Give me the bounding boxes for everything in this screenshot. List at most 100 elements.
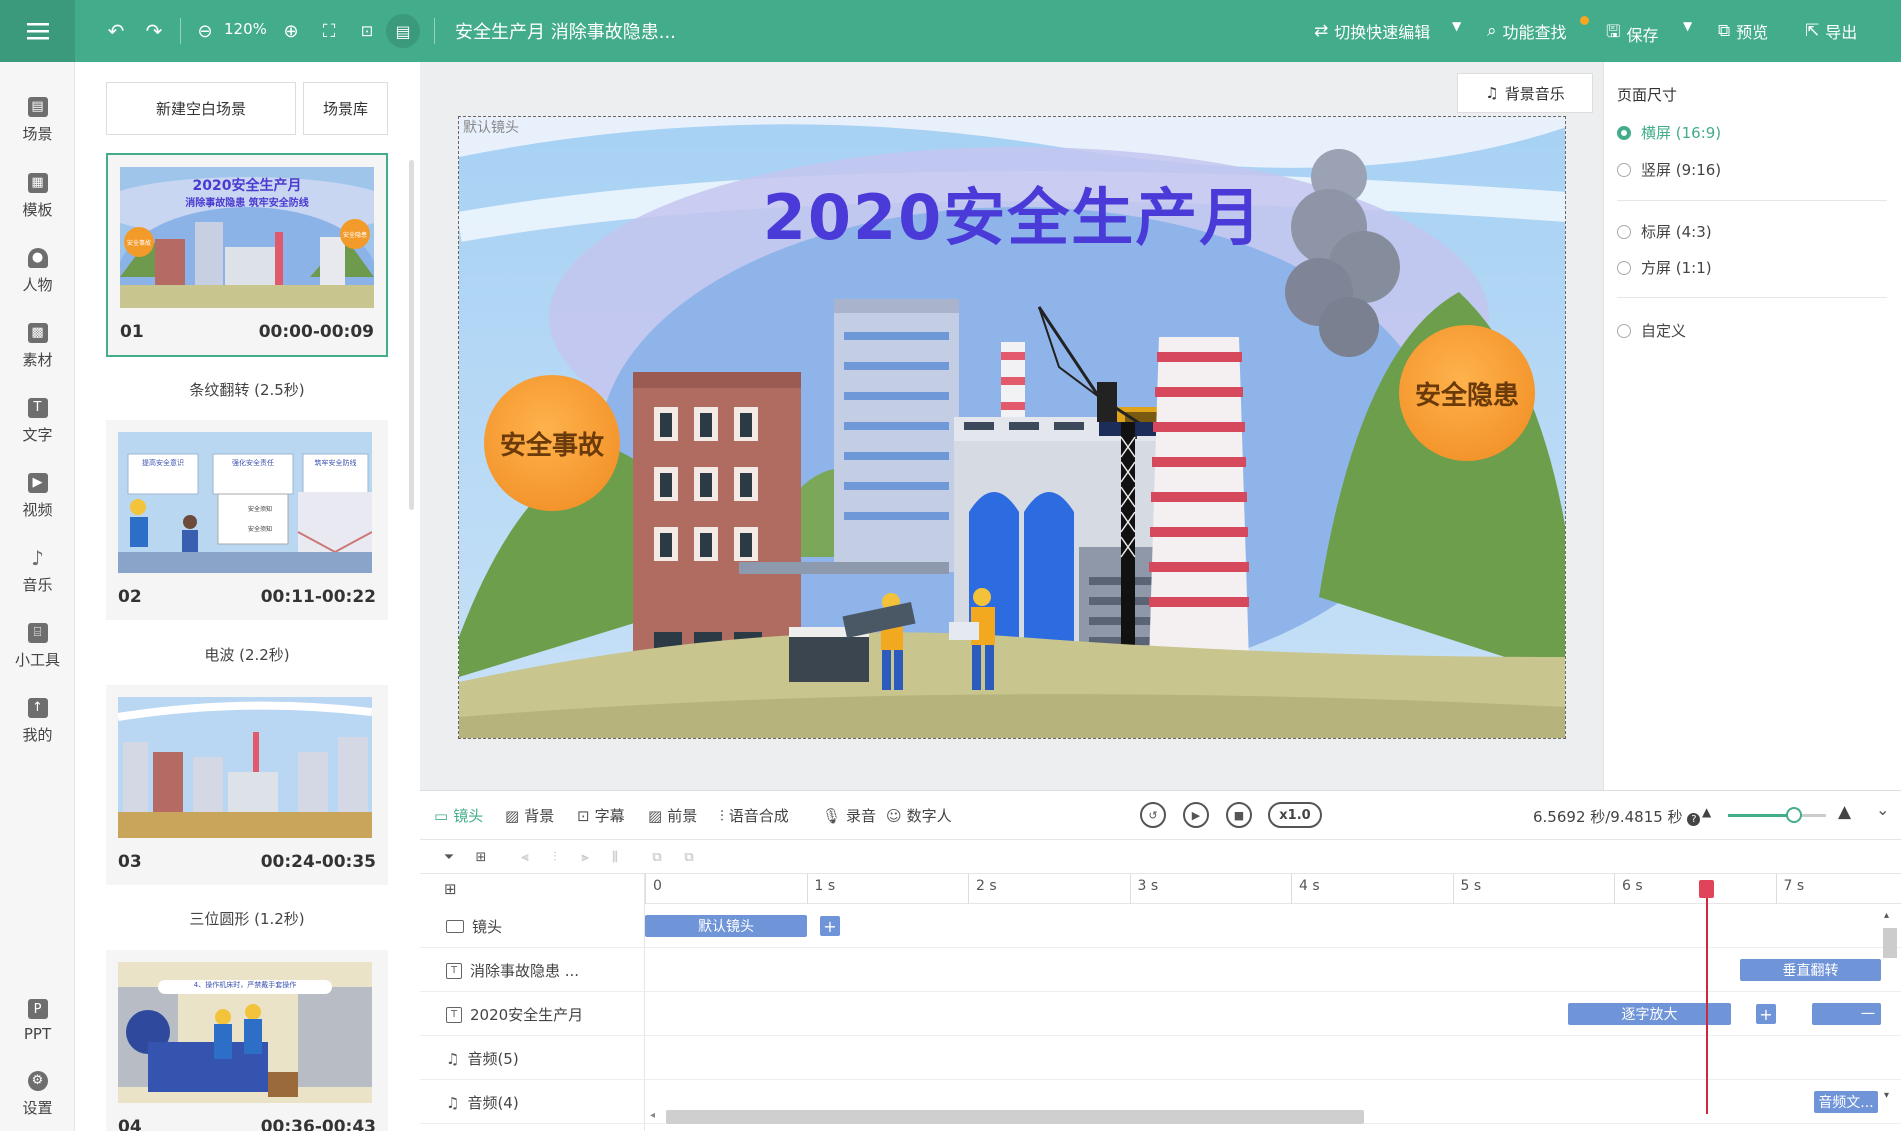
stop-icon[interactable]: ■ [1226,802,1252,828]
preview-button[interactable]: ⧉ 预览 [1718,19,1768,43]
track-settings-icon[interactable]: ⊞ [444,880,457,898]
menu-icon[interactable] [0,0,75,62]
nav-item-video[interactable]: ▶ 视频 [0,460,75,532]
track-audio-4[interactable]: ♫ 音频(4) [446,1092,519,1113]
tab-foreground[interactable]: ▨ 前景 [648,805,697,826]
scene-card[interactable]: 提高安全意识 强化安全责任 筑牢安全防线 安全须知 安全须知 02 00:11-0… [106,420,388,620]
clip-vertical-flip[interactable]: 垂直翻转 [1740,959,1881,981]
layer-down-icon[interactable]: ⧉ [680,848,698,866]
tab-tts[interactable]: ⫶ 语音合成 [720,805,789,826]
switch-quick-edit-button[interactable]: ⇄ 切换快速编辑 [1314,19,1430,43]
scroll-down-icon[interactable]: ▾ [1884,1090,1889,1101]
tab-subtitle[interactable]: ⊡ 字幕 [577,805,625,826]
tab-lens[interactable]: ▭ 镜头 [434,805,483,826]
nav-item-mine[interactable]: ↑ 我的 [0,685,75,757]
track-title-text[interactable]: T 2020安全生产月 [446,1004,583,1025]
scene-transition[interactable]: 电波 (2.2秒) [106,644,388,665]
document-title[interactable]: 安全生产月 消除事故隐患... [455,18,676,44]
track-lens[interactable]: 镜头 [446,916,502,937]
radio-square[interactable]: 方屏 (1:1) [1617,257,1712,278]
redo-icon[interactable]: ↷ [141,18,167,44]
fullscreen-icon[interactable]: ⛶ [316,18,342,44]
align-left-icon[interactable]: ⫷ [516,848,534,866]
align-center-icon[interactable]: ⫶ [546,848,564,866]
zoom-out-icon[interactable]: ⊖ [192,18,218,44]
nav-item-ppt[interactable]: P PPT [0,985,75,1057]
nav-label: 小工具 [14,650,60,669]
replay-icon[interactable]: ↺ [1140,802,1166,828]
scene-scrollbar[interactable] [409,160,414,510]
playhead[interactable] [1705,880,1708,1114]
help-icon[interactable]: ? [1687,813,1701,826]
music-note-icon: ♫ [1485,84,1499,102]
scene-icon: ▤ [27,96,48,117]
scene-card[interactable]: 2020安全生产月 消除事故隐患 筑牢安全防线 安全事故 安全隐患 01 00:0… [106,153,388,357]
layer-up-icon[interactable]: ⧉ [648,848,666,866]
collapse-icon[interactable]: ⌄ [1876,800,1896,819]
nav-item-music[interactable]: ♪ 音乐 [0,535,75,607]
filter-icon[interactable]: ⏷ [440,848,458,866]
tab-background[interactable]: ▨ 背景 [505,805,554,826]
scene-card[interactable]: 03 00:24-00:35 [106,685,388,885]
scene-card[interactable]: 4、操作机床时，严禁戴手套操作 04 00:36-00:43 [106,950,388,1131]
scene-transition[interactable]: 条纹翻转 (2.5秒) [106,379,388,400]
clip-effect[interactable]: 一 [1812,1003,1881,1025]
playback-speed[interactable]: x1.0 [1268,802,1322,828]
export-button[interactable]: ⇱ 导出 [1805,19,1857,43]
playhead-handle[interactable] [1698,880,1714,898]
align-right-icon[interactable]: ⫸ [576,848,594,866]
nav-item-template[interactable]: ▦ 模板 [0,160,75,232]
stage-title[interactable]: 2020安全生产月 [459,167,1565,257]
zoom-in-mountain-icon[interactable]: ▲ [1838,802,1851,822]
timeline-horizontal-scrollbar[interactable] [666,1110,1364,1124]
nav-item-settings[interactable]: ⚙ 设置 [0,1058,75,1130]
ruler-tick-label: 2 s [976,878,997,894]
scene-thumbnail: 提高安全意识 强化安全责任 筑牢安全防线 安全须知 安全须知 [118,432,372,573]
radio-custom[interactable]: 自定义 [1617,320,1686,341]
nav-item-text[interactable]: T 文字 [0,385,75,457]
music-icon: ♫ [446,1093,460,1112]
badge-safety-accident[interactable]: 安全事故 [484,375,620,511]
track-subtitle-text[interactable]: T 消除事故隐患 ... [446,960,579,981]
export-icon: ⇱ [1805,21,1820,41]
stage-canvas[interactable]: 2020安全生产月 安全事故 安全隐患 [458,116,1566,739]
track-audio-5[interactable]: ♫ 音频(5) [446,1048,519,1069]
time-value: 6.5692 秒/9.4815 秒 [1533,808,1683,826]
group-icon[interactable]: ⊞ [472,848,490,866]
new-blank-scene-button[interactable]: 新建空白场景 [106,82,296,135]
save-dropdown-icon[interactable]: ▼ [1683,19,1692,33]
fit-icon[interactable]: ⊡ [354,18,380,44]
nav-item-material[interactable]: ▩ 素材 [0,310,75,382]
add-lens-icon[interactable]: + [820,916,840,936]
radio-standard[interactable]: 标屏 (4:3) [1617,221,1712,242]
clip-audio[interactable]: 音频文... [1814,1091,1878,1113]
badge-safety-hazard[interactable]: 安全隐患 [1399,325,1535,461]
slider-handle[interactable] [1786,807,1802,823]
timeline-vertical-scrollbar[interactable] [1883,928,1897,958]
distribute-icon[interactable]: ⫼ [606,848,624,866]
nav-item-person[interactable]: ● 人物 [0,235,75,307]
text-icon: T [27,397,48,418]
play-icon[interactable]: ▶ [1183,802,1209,828]
save-button[interactable]: 🖫 保存 [1606,19,1659,48]
scroll-left-icon[interactable]: ◂ [650,1110,655,1121]
scroll-up-icon[interactable]: ▴ [1884,910,1889,921]
feature-search-button[interactable]: ⌕ 功能查找 [1487,19,1567,43]
nav-item-toolbox[interactable]: ⌸ 小工具 [0,610,75,682]
radio-landscape[interactable]: 横屏 (16:9) [1617,122,1721,143]
scene-transition[interactable]: 三位圆形 (1.2秒) [106,908,388,929]
clip-default-lens[interactable]: 默认镜头 [645,915,807,937]
undo-icon[interactable]: ↶ [103,18,129,44]
background-music-button[interactable]: ♫ 背景音乐 [1457,73,1593,113]
radio-portrait[interactable]: 竖屏 (9:16) [1617,159,1721,180]
chevron-down-icon[interactable]: ▼ [1452,19,1461,33]
zoom-in-icon[interactable]: ⊕ [278,18,304,44]
scene-library-button[interactable]: 场景库 [303,82,388,135]
tab-digital-human[interactable]: ☺ 数字人 [886,805,952,826]
add-effect-icon[interactable]: + [1756,1004,1776,1024]
tab-record[interactable]: 🎙 录音 [822,805,876,826]
calendar-icon[interactable]: ▤ [386,14,420,48]
nav-item-scene[interactable]: ▤ 场景 [0,84,75,156]
tab-label: 前景 [667,807,698,825]
zoom-out-mountain-icon[interactable]: ▲ [1702,805,1711,819]
